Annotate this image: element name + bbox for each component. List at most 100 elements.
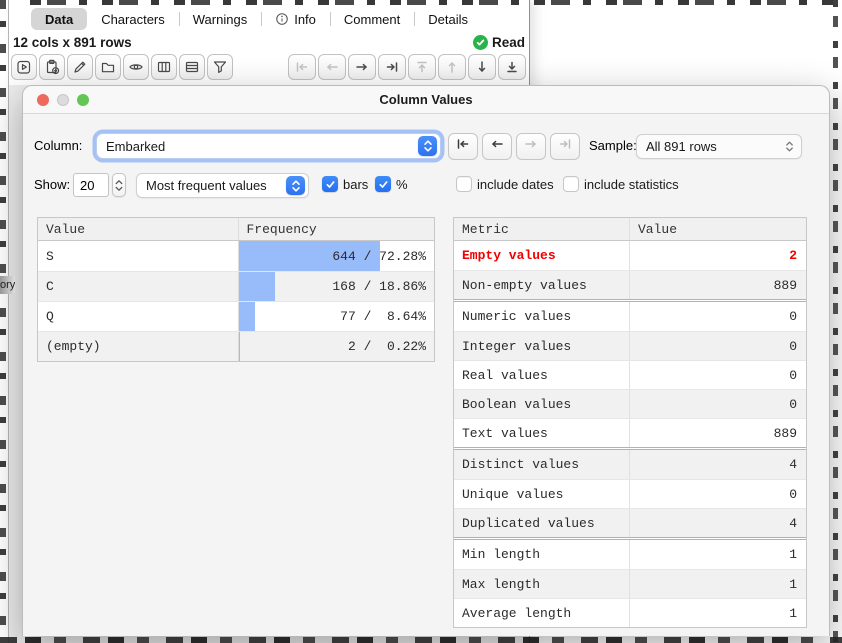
- preview-button[interactable]: [123, 54, 149, 80]
- go-previous-icon: [489, 136, 505, 157]
- chevron-up-down-icon: [286, 176, 305, 195]
- toolbar-nav-group: [288, 54, 526, 80]
- go-first-button[interactable]: [288, 54, 316, 80]
- show-label: Show:: [34, 177, 70, 192]
- run-button[interactable]: [11, 54, 37, 80]
- read-label: Read: [492, 35, 525, 50]
- go-last-icon: [384, 59, 400, 75]
- checkbox-unchecked-icon: [456, 176, 472, 192]
- open-folder-button[interactable]: [95, 54, 121, 80]
- go-previous-button[interactable]: [318, 54, 346, 80]
- sample-select[interactable]: All 891 rows: [636, 134, 802, 159]
- go-last-button[interactable]: [378, 54, 406, 80]
- go-previous-icon: [324, 59, 340, 75]
- tab-comment[interactable]: Comment: [330, 8, 414, 30]
- go-up-icon: [444, 59, 460, 75]
- value-row[interactable]: C 168 / 18.86%: [38, 271, 434, 301]
- metric-column-header: Metric: [454, 218, 630, 240]
- show-count-stepper[interactable]: [112, 173, 126, 197]
- first-column-button[interactable]: [448, 133, 478, 160]
- checkbox-checked-icon: [375, 176, 391, 192]
- tab-details[interactable]: Details: [414, 8, 482, 30]
- column-view-button[interactable]: [151, 54, 177, 80]
- background-text-fragment: ory: [0, 276, 15, 294]
- include-dates-checkbox[interactable]: include dates: [456, 176, 554, 192]
- options-row: Show: Most frequent values bars %: [23, 172, 829, 198]
- tab-bar: Data Characters Warnings Info Comment De…: [31, 7, 488, 31]
- metric-group-types: Numeric values 0 Integer values 0 Real v…: [454, 299, 806, 447]
- metric-row: Duplicated values 4: [454, 508, 806, 537]
- edit-button[interactable]: [67, 54, 93, 80]
- metric-row: Average length 1: [454, 598, 806, 627]
- go-first-icon: [294, 59, 310, 75]
- value-table-header: Value Frequency: [38, 218, 434, 241]
- checkbox-unchecked-icon: [563, 176, 579, 192]
- clipped-background-text-right: [833, 0, 838, 643]
- value-row[interactable]: (empty) 2 / 0.22%: [38, 331, 434, 361]
- go-bottom-button[interactable]: [498, 54, 526, 80]
- order-select[interactable]: Most frequent values: [136, 173, 309, 198]
- next-column-button[interactable]: [516, 133, 546, 160]
- go-down-button[interactable]: [468, 54, 496, 80]
- go-next-icon: [354, 59, 370, 75]
- column-values-dialog: Column Values Column: Embarked Sample: A…: [22, 85, 830, 636]
- close-button[interactable]: [37, 94, 49, 106]
- read-status-badge: Read: [473, 35, 525, 50]
- traffic-lights: [37, 94, 89, 106]
- zoom-button[interactable]: [77, 94, 89, 106]
- tab-data[interactable]: Data: [31, 8, 87, 30]
- metric-value-column-header: Value: [630, 222, 806, 237]
- metric-row: Non-empty values 889: [454, 270, 806, 299]
- toolbar: [11, 54, 233, 80]
- filter-icon: [212, 59, 228, 75]
- show-count-input[interactable]: [73, 173, 109, 197]
- screen: ory Data Characters Warnings Info Commen…: [0, 0, 842, 643]
- sample-select-value: All 891 rows: [646, 139, 781, 154]
- column-label: Column:: [34, 138, 82, 153]
- paste-button[interactable]: [39, 54, 65, 80]
- go-top-button[interactable]: [408, 54, 436, 80]
- go-down-icon: [474, 59, 490, 75]
- info-circle-icon: [275, 12, 289, 26]
- order-select-value: Most frequent values: [146, 178, 286, 193]
- minimize-button[interactable]: [57, 94, 69, 106]
- tab-info[interactable]: Info: [261, 8, 330, 30]
- eye-icon: [128, 59, 144, 75]
- status-line: 12 cols x 891 rows Read: [13, 33, 525, 51]
- column-row: Column: Embarked Sample: All 891 rows: [23, 132, 829, 160]
- chevron-up-down-icon: [418, 136, 437, 156]
- value-row[interactable]: S 644 / 72.28%: [38, 241, 434, 271]
- go-last-icon: [557, 136, 573, 157]
- go-first-icon: [455, 136, 471, 157]
- row-view-button[interactable]: [179, 54, 205, 80]
- sample-label: Sample:: [589, 138, 637, 153]
- value-row[interactable]: Q 77 / 8.64%: [38, 301, 434, 331]
- percent-checkbox[interactable]: %: [375, 176, 408, 192]
- column-combobox-value: Embarked: [106, 139, 418, 154]
- dimensions-text: 12 cols x 891 rows: [13, 35, 132, 50]
- include-statistics-checkbox[interactable]: include statistics: [563, 176, 679, 192]
- tab-characters[interactable]: Characters: [87, 8, 179, 30]
- metric-group-distinct: Distinct values 4 Unique values 0 Duplic…: [454, 447, 806, 537]
- metric-row: Distinct values 4: [454, 450, 806, 479]
- go-up-button[interactable]: [438, 54, 466, 80]
- metric-table-header: Metric Value: [454, 218, 806, 241]
- dialog-title: Column Values: [379, 92, 472, 107]
- frequency-column-header: Frequency: [239, 218, 435, 240]
- go-next-button[interactable]: [348, 54, 376, 80]
- last-column-button[interactable]: [550, 133, 580, 160]
- metric-group-empties: Empty values 2 Non-empty values 889: [454, 241, 806, 299]
- go-next-icon: [523, 136, 539, 157]
- tab-warnings[interactable]: Warnings: [179, 8, 261, 30]
- column-combobox[interactable]: Embarked: [96, 133, 441, 159]
- paste-icon: [44, 59, 60, 75]
- value-frequency-table: Value Frequency S 644 / 72.28% C 168 / 1…: [37, 217, 435, 362]
- percent-checkbox-label: %: [396, 177, 408, 192]
- rows-icon: [184, 59, 200, 75]
- previous-column-button[interactable]: [482, 133, 512, 160]
- run-icon: [16, 59, 32, 75]
- bars-checkbox[interactable]: bars: [322, 176, 368, 192]
- folder-icon: [100, 59, 116, 75]
- bars-checkbox-label: bars: [343, 177, 368, 192]
- filter-button[interactable]: [207, 54, 233, 80]
